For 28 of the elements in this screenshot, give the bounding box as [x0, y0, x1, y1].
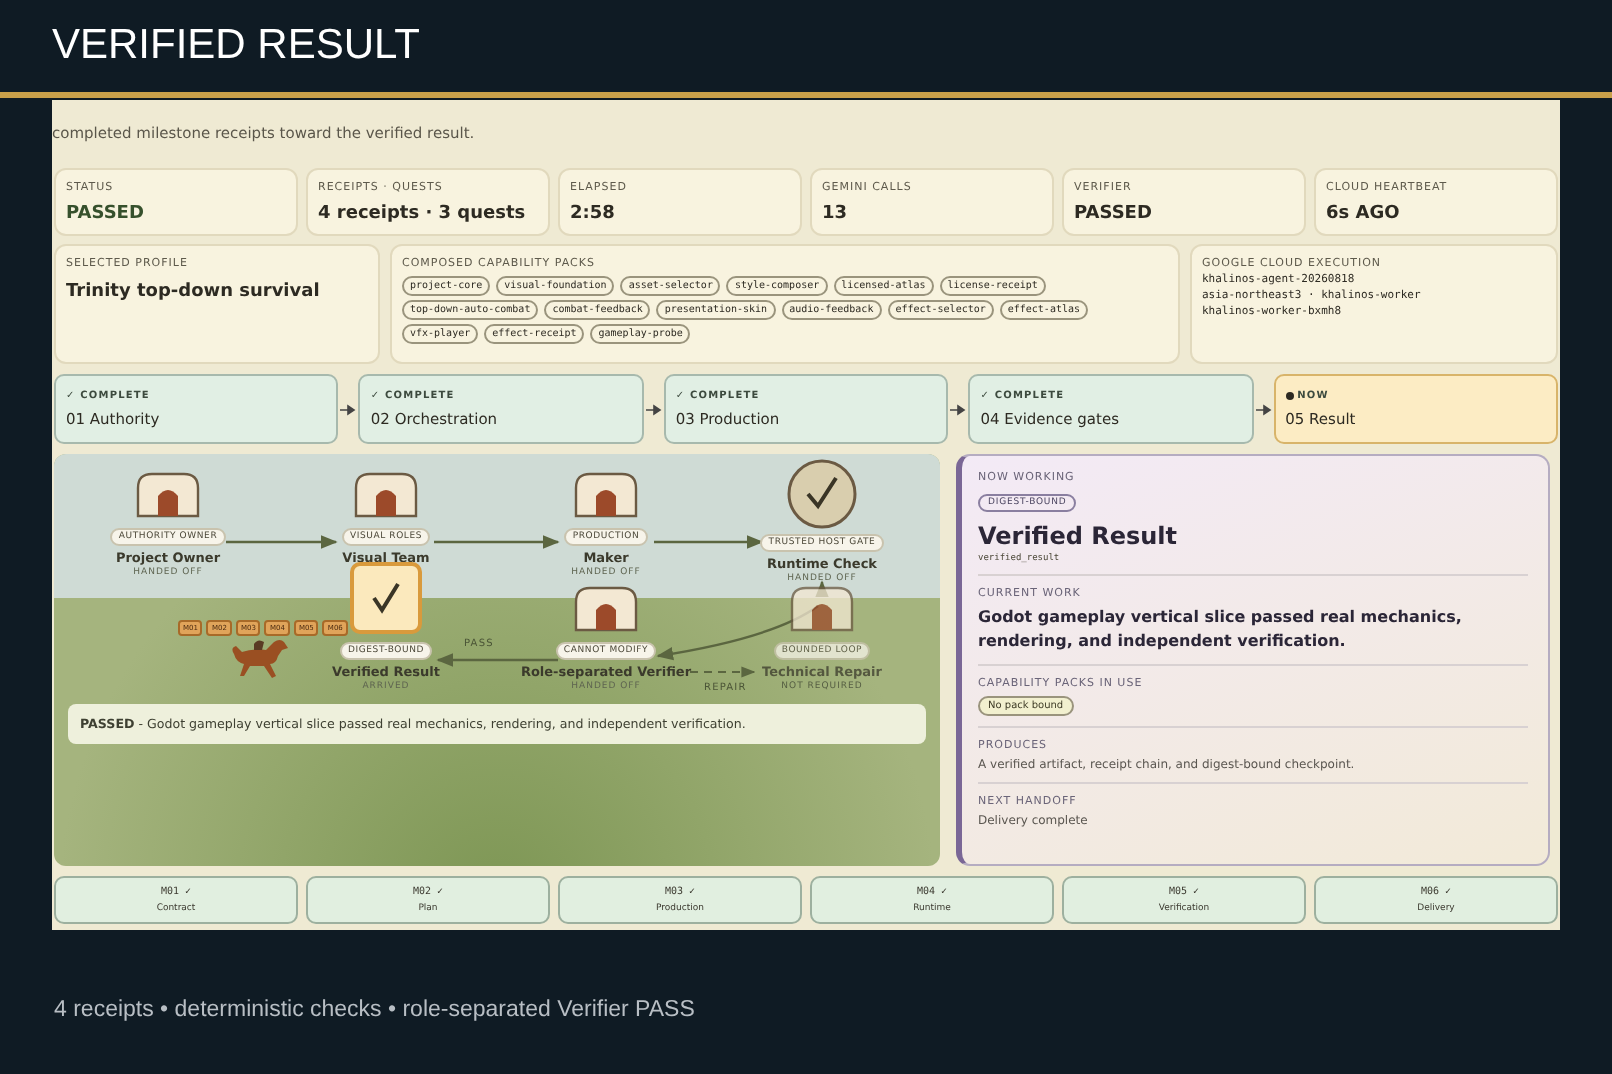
stat-value: PASSED [66, 204, 146, 224]
caption-text: 4 receipts • deterministic checks • role-separated Verifier PASS [54, 998, 697, 1022]
repair-arrow [689, 666, 756, 678]
hut-icon [350, 472, 422, 520]
horse-drawing [226, 636, 294, 680]
section-text: Godot gameplay vertical slice passed real mechanics, rendering, and independent verification. [978, 606, 1464, 654]
detail-title: Verified Result [978, 522, 1178, 550]
profile-value: Trinity top-down survival [66, 282, 322, 302]
flow-arrow [434, 535, 560, 549]
stat-value: PASSED [1074, 204, 1154, 224]
arrow-icon [340, 403, 357, 415]
stat-value: 4 receipts · 3 quests [318, 204, 528, 224]
check-circle-icon [786, 458, 858, 530]
stat-value: 6s AGO [1326, 204, 1402, 224]
arrow-icon [950, 403, 967, 415]
page-title: VERIFIED RESULT [52, 22, 420, 70]
hut-icon [570, 472, 642, 520]
flow-arrow [436, 653, 558, 667]
check-card-icon [350, 562, 422, 634]
stat-value: 2:58 [570, 204, 617, 224]
hut-icon [786, 586, 858, 634]
hut-icon [132, 472, 204, 520]
hut-icon [570, 586, 642, 634]
arrow-icon [645, 403, 662, 415]
flow-arrow [654, 535, 764, 549]
flow-arrow [226, 535, 338, 549]
stat-value: 13 [822, 204, 850, 224]
arrow-icon [1255, 403, 1272, 415]
